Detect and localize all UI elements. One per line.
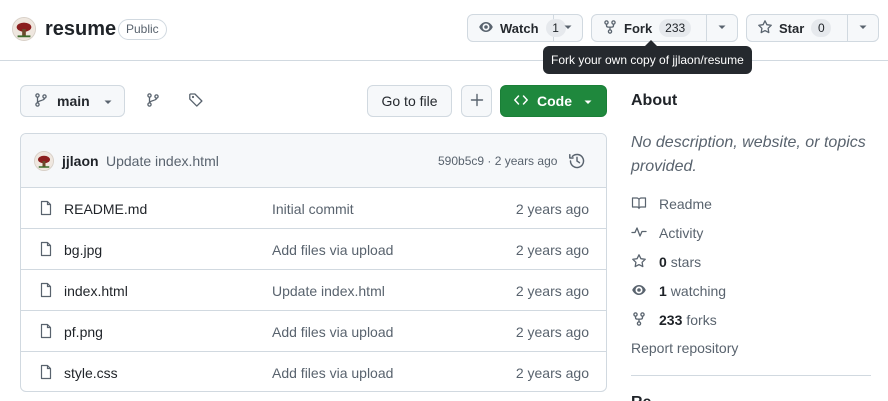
add-file-button[interactable] [461,85,492,117]
commit-meta[interactable]: 590b5c9 · 2 years ago [438,154,557,168]
file-row[interactable]: style.css Add files via upload 2 years a… [21,351,606,391]
readme-link[interactable]: Readme [631,194,712,214]
fork-dropdown-button[interactable] [707,15,737,41]
file-commit-message[interactable]: Update index.html [272,283,385,299]
commit-author[interactable]: jjlaon [62,153,99,169]
file-commit-message[interactable]: Initial commit [272,201,354,217]
pulse-icon [631,224,659,243]
file-age: 2 years ago [515,324,589,340]
file-age: 2 years ago [515,201,589,217]
fork-button-group: Fork 233 [591,14,738,42]
watch-label: Watch [500,20,539,36]
watch-button-group: Watch 1 [467,14,583,42]
book-icon [631,195,659,214]
triangle-down-icon [102,95,114,107]
file-name[interactable]: pf.png [64,324,103,340]
file-icon [38,364,54,380]
star-button[interactable]: Star 0 [747,15,848,41]
forks-link[interactable]: 233 forks [631,310,717,330]
git-branch-icon [33,92,49,111]
file-table: jjlaon Update index.html 590b5c9 · 2 yea… [20,133,607,392]
file-row[interactable]: pf.png Add files via upload 2 years ago [21,310,606,351]
file-row[interactable]: index.html Update index.html 2 years ago [21,269,606,310]
file-icon [38,282,54,298]
about-heading: About [631,92,678,109]
file-commit-message[interactable]: Add files via upload [272,365,393,381]
watchers-link[interactable]: 1 watching [631,281,726,301]
activity-label: Activity [659,225,704,241]
activity-link[interactable]: Activity [631,223,703,243]
branch-select-button[interactable]: main [20,85,125,117]
file-age: 2 years ago [515,283,589,299]
readme-label: Readme [659,196,712,212]
star-dropdown-button[interactable] [848,15,878,41]
forks-count: 233 [659,312,683,328]
watching-label: watching [670,283,727,299]
triangle-down-icon [582,95,594,107]
next-section-heading: Re [631,394,651,401]
watching-count: 1 [659,283,667,299]
fork-count: 233 [659,19,692,37]
commit-author-avatar[interactable] [34,151,54,171]
report-repository-link[interactable]: Report repository [631,340,738,356]
branch-name: main [57,93,90,109]
file-row[interactable]: bg.jpg Add files via upload 2 years ago [21,228,606,269]
stars-label: stars [670,254,702,270]
stars-link[interactable]: 0 stars [631,252,701,272]
file-name[interactable]: index.html [64,283,128,299]
star-count: 0 [811,19,832,37]
file-row[interactable]: README.md Initial commit 2 years ago [21,188,606,229]
fork-tooltip: Fork your own copy of jjlaon/resume [543,40,752,74]
eye-icon [631,282,659,301]
file-icon [38,200,54,216]
file-name[interactable]: style.css [64,365,118,381]
file-icon [38,241,54,257]
star-button-group: Star 0 [746,14,879,42]
forks-label: forks [686,312,717,328]
file-commit-message[interactable]: Add files via upload [272,324,393,340]
star-label: Star [779,20,805,36]
file-age: 2 years ago [515,242,589,258]
stars-count: 0 [659,254,667,270]
code-icon [513,92,529,111]
history-icon[interactable] [568,152,586,170]
plus-icon [469,92,485,111]
tags-link[interactable] [182,87,210,115]
go-to-file-button[interactable]: Go to file [367,85,452,117]
git-branch-icon [145,92,161,111]
file-name[interactable]: bg.jpg [64,242,102,258]
triangle-down-icon [562,20,574,36]
repo-header: resume Public Watch 1 Fork 233 Star 0 [0,0,888,61]
repo-name[interactable]: resume [45,18,116,41]
fork-button[interactable]: Fork 233 [592,15,707,41]
visibility-badge: Public [118,19,167,40]
sidebar-divider [631,375,871,376]
branches-link[interactable] [139,87,167,115]
file-age: 2 years ago [515,365,589,381]
owner-avatar[interactable] [12,17,36,41]
code-button[interactable]: Code [500,85,607,117]
eye-icon [478,19,500,38]
watch-dropdown-button[interactable] [554,15,582,41]
star-icon [631,253,659,272]
file-name[interactable]: README.md [64,201,147,217]
file-commit-message[interactable]: Add files via upload [272,242,393,258]
repo-forked-icon [602,19,624,38]
commit-message[interactable]: Update index.html [106,153,219,169]
file-icon [38,323,54,339]
tag-icon [188,92,204,111]
watch-button[interactable]: Watch 1 [468,15,566,41]
triangle-down-icon [716,20,728,36]
triangle-down-icon [857,20,869,36]
star-icon [757,19,779,38]
about-description: No description, website, or topics provi… [631,134,866,175]
code-label: Code [537,93,572,109]
fork-label: Fork [624,20,653,36]
repo-forked-icon [631,311,659,330]
latest-commit-bar: jjlaon Update index.html 590b5c9 · 2 yea… [21,134,606,188]
